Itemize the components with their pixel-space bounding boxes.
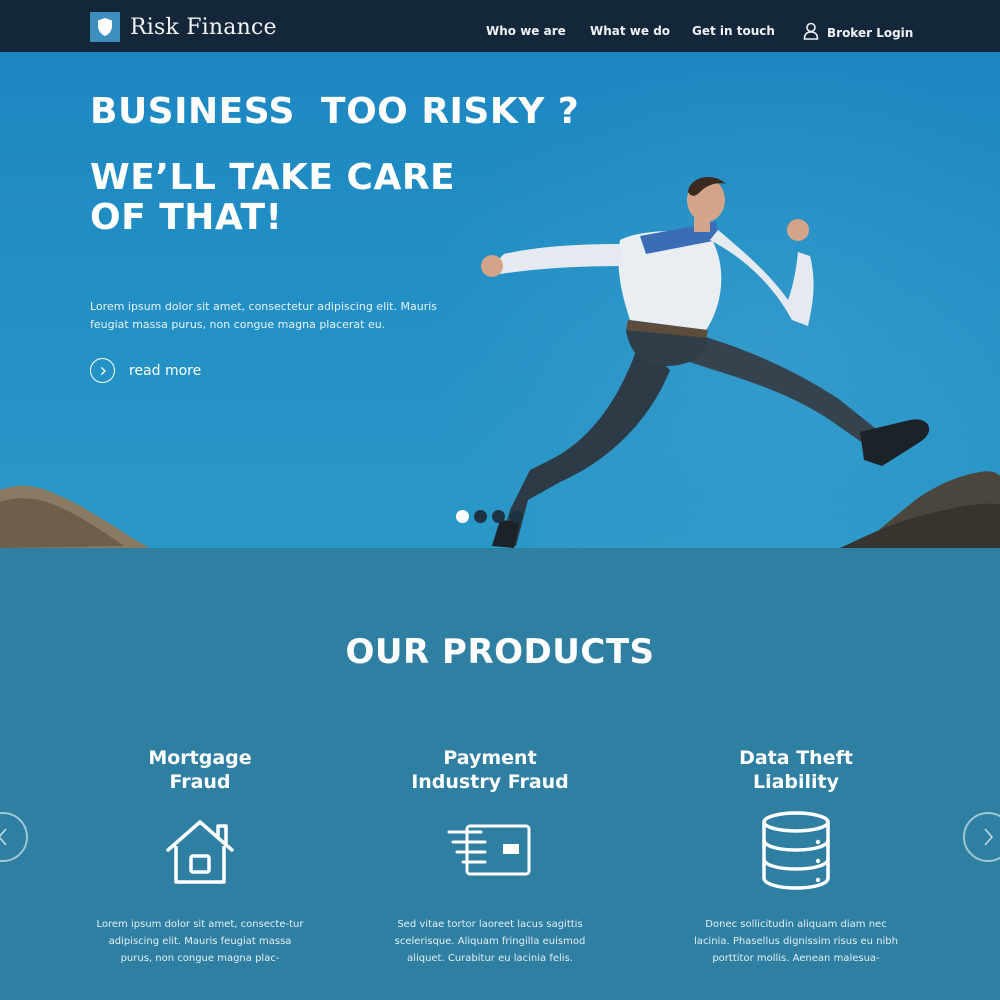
- product-title-line-2: Industry Fraud: [411, 771, 569, 793]
- user-icon: [803, 22, 819, 44]
- rock-left-image: [0, 485, 150, 548]
- product-title: Data Theft Liability: [676, 746, 916, 796]
- read-more-label: read more: [129, 362, 202, 379]
- slider-pagination: [456, 510, 523, 523]
- product-card-payment-industry-fraud[interactable]: Payment Industry Fraud Sed vitae tortor …: [370, 746, 610, 967]
- product-title-line-2: Fraud: [169, 771, 231, 793]
- nav-get-in-touch[interactable]: Get in touch: [692, 24, 775, 38]
- products-section: OUR PRODUCTS Mortgage Fraud Lorem ipsum …: [0, 548, 1000, 1000]
- house-icon: [160, 810, 240, 890]
- nav-what-we-do[interactable]: What we do: [590, 24, 670, 38]
- product-title-line-1: Data Theft: [739, 747, 853, 769]
- credit-card-icon: [445, 810, 535, 890]
- hero-headline-primary: BUSINESS TOO RISKY ?: [90, 91, 580, 132]
- product-title-line-1: Mortgage: [148, 747, 252, 769]
- slider-dot-2[interactable]: [474, 510, 487, 523]
- product-title-line-1: Payment: [443, 747, 537, 769]
- chevron-left-icon: [0, 828, 7, 846]
- product-card-data-theft-liability[interactable]: Data Theft Liability Donec sollicitudin …: [676, 746, 916, 967]
- product-description: Sed vitae tortor laoreet lacus sagittis …: [394, 919, 586, 964]
- product-description: Lorem ipsum dolor sit amet, consecte-tur…: [96, 919, 304, 964]
- slider-dot-4[interactable]: [510, 510, 523, 523]
- hero-description: Lorem ipsum dolor sit amet, consectetur …: [90, 300, 438, 331]
- nav-who-we-are[interactable]: Who we are: [486, 24, 566, 38]
- read-more-link[interactable]: read more: [90, 358, 201, 383]
- product-title: Payment Industry Fraud: [370, 746, 610, 796]
- carousel-prev-button[interactable]: [0, 812, 28, 862]
- chevron-right-circle-icon: [90, 358, 115, 383]
- product-card-mortgage-fraud[interactable]: Mortgage Fraud Lorem ipsum dolor sit ame…: [80, 746, 320, 967]
- broker-login-link[interactable]: Broker Login: [803, 22, 913, 44]
- product-description: Donec sollicitudin aliquam diam nec laci…: [694, 919, 898, 964]
- main-nav: Who we are What we do Get in touch Broke…: [0, 0, 1000, 52]
- jumping-businessman-image: [481, 177, 930, 548]
- database-icon: [756, 810, 836, 890]
- product-title: Mortgage Fraud: [80, 746, 320, 796]
- slider-dot-3[interactable]: [492, 510, 505, 523]
- carousel-next-button[interactable]: [963, 812, 1000, 862]
- hero-headline-secondary: WE’LL TAKE CARE OF THAT!: [90, 157, 456, 238]
- broker-login-label: Broker Login: [827, 26, 914, 40]
- chevron-right-icon: [984, 828, 994, 846]
- product-title-line-2: Liability: [752, 771, 840, 793]
- top-navbar: Risk Finance Who we are What we do Get i…: [0, 0, 1000, 52]
- hero-banner: BUSINESS TOO RISKY ? WE’LL TAKE CARE OF …: [0, 52, 1000, 548]
- slider-dot-1[interactable]: [456, 510, 469, 523]
- products-heading: OUR PRODUCTS: [345, 632, 655, 672]
